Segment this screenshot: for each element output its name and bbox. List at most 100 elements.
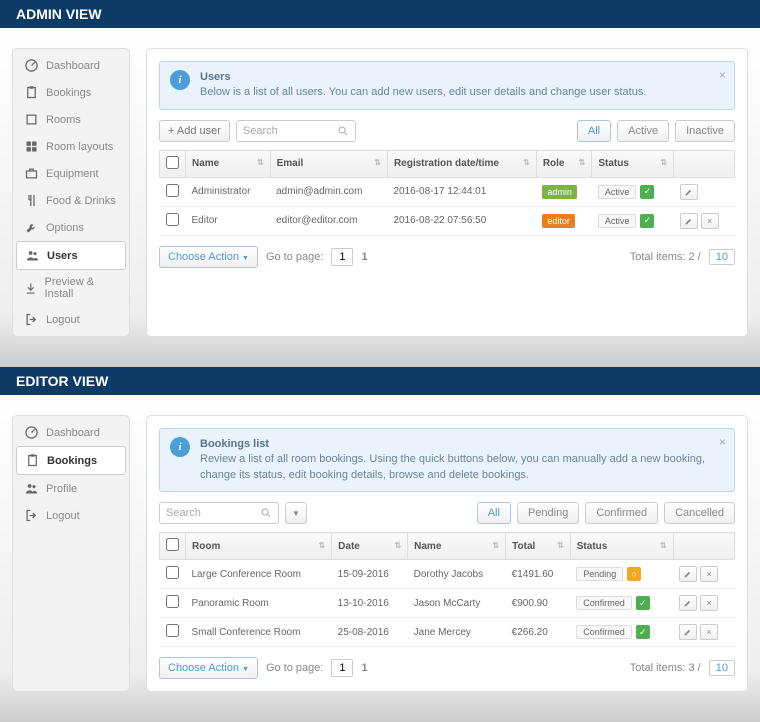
row-checkbox[interactable] [166,184,179,197]
cell-total: €900.90 [506,589,571,618]
gauge-icon [24,425,39,440]
table-row: Editoreditor@editor.com2016-08-22 07:56:… [160,206,735,235]
cell-email: admin@admin.com [270,177,387,206]
row-checkbox[interactable] [166,624,179,637]
column-header[interactable]: Room⇅ [186,533,332,560]
sidebar-item-logout[interactable]: Logout [16,502,126,529]
edit-button[interactable] [680,213,698,229]
sidebar-item-equipment[interactable]: Equipment [16,160,126,187]
column-header[interactable]: Name⇅ [408,533,506,560]
sidebar-item-rooms[interactable]: Rooms [16,106,126,133]
close-icon[interactable]: × [719,435,726,449]
page-input[interactable] [331,659,353,677]
choose-action-dropdown[interactable]: Choose Action ▼ [159,657,258,679]
page-input[interactable] [331,248,353,266]
editor-main: i Bookings listReview a list of all room… [146,415,748,692]
filter-pending[interactable]: Pending [517,502,579,524]
admin-header: ADMIN VIEW [0,0,760,28]
column-header[interactable]: Date⇅ [332,533,408,560]
edit-button[interactable] [680,184,698,200]
search-filter-dropdown[interactable]: ▼ [285,502,307,524]
sort-icon: ⇅ [660,158,667,167]
delete-button[interactable]: × [700,595,718,611]
search-icon [260,507,272,519]
select-all-checkbox[interactable] [166,538,179,551]
cell-name: Administrator [186,177,271,206]
admin-sidebar: Dashboard BookingsRoomsRoom layoutsEquipm… [12,48,130,337]
filter-confirmed[interactable]: Confirmed [585,502,658,524]
cell-date: 13-10-2016 [332,589,408,618]
filter-cancelled[interactable]: Cancelled [664,502,735,524]
table-row: Administratoradmin@admin.com2016-08-17 1… [160,177,735,206]
column-header[interactable] [674,150,735,177]
toolbar: + Add user Search All Active Inactive [159,120,735,142]
sidebar-item-dashboard[interactable]: Dashboard [16,52,126,79]
add-user-button[interactable]: + Add user [159,120,230,142]
sort-icon: ⇅ [557,541,564,550]
sort-icon: ⇅ [374,158,381,167]
sort-icon: ⇅ [257,158,264,167]
filter-all[interactable]: All [477,502,511,524]
column-header[interactable]: Total⇅ [506,533,571,560]
info-icon: i [170,70,190,90]
status-badge: Active [598,214,637,228]
filter-all[interactable]: All [577,120,611,142]
bookings-table: Room⇅Date⇅Name⇅Total⇅Status⇅ Large Confe… [159,532,735,647]
per-page-select[interactable]: 10 [709,249,735,265]
sidebar-item-preview-install[interactable]: Preview & Install [16,270,126,306]
edit-button[interactable] [679,566,697,582]
page-count: 1 [361,662,367,674]
cell-name: Editor [186,206,271,235]
sidebar-item-room-layouts[interactable]: Room layouts [16,133,126,160]
sidebar-item-label: Dashboard [46,60,100,72]
delete-button[interactable]: × [701,213,719,229]
sidebar-item-dashboard[interactable]: Dashboard [16,419,126,446]
sidebar-item-label: Dashboard [46,427,100,439]
cell-total: €266.20 [506,618,571,647]
role-badge: admin [542,185,577,199]
filter-active[interactable]: Active [617,120,669,142]
column-header[interactable] [673,533,734,560]
search-input[interactable]: Search [159,502,279,524]
sort-icon: ⇅ [492,541,499,550]
users-icon [24,481,39,496]
table-footer: Choose Action ▼ Go to page: 1 Total item… [159,657,735,679]
status-icon: ✓ [636,625,650,639]
sidebar-item-options[interactable]: Options [16,214,126,241]
edit-button[interactable] [679,624,697,640]
row-checkbox[interactable] [166,566,179,579]
delete-button[interactable]: × [700,624,718,640]
sidebar-item-bookings[interactable]: Bookings [16,79,126,106]
edit-button[interactable] [679,595,697,611]
table-row: Small Conference Room25-08-2016Jane Merc… [160,618,735,647]
sidebar-item-users[interactable]: Users [16,241,126,270]
filter-inactive[interactable]: Inactive [675,120,735,142]
per-page-select[interactable]: 10 [709,660,735,676]
select-all-checkbox[interactable] [166,156,179,169]
column-header[interactable]: Status⇅ [570,533,673,560]
column-header[interactable]: Email⇅ [270,150,387,177]
status-icon: ✓ [636,596,650,610]
sidebar-item-bookings[interactable]: Bookings [16,446,126,475]
sidebar-item-logout[interactable]: Logout [16,306,126,333]
column-header[interactable]: Name⇅ [186,150,271,177]
column-header[interactable]: Registration date/time⇅ [387,150,536,177]
column-header[interactable]: Role⇅ [536,150,592,177]
row-checkbox[interactable] [166,595,179,608]
row-checkbox[interactable] [166,213,179,226]
sort-icon: ⇅ [394,541,401,550]
goto-label: Go to page: [266,662,324,674]
cell-date: 25-08-2016 [332,618,408,647]
column-header[interactable]: Status⇅ [592,150,674,177]
search-input[interactable]: Search [236,120,356,142]
sort-icon: ⇅ [523,158,530,167]
sidebar-item-profile[interactable]: Profile [16,475,126,502]
status-badge: Pending [576,567,623,581]
delete-button[interactable]: × [700,566,718,582]
sort-icon: ⇅ [318,541,325,550]
sidebar-item-food-drinks[interactable]: Food & Drinks [16,187,126,214]
cell-registration: 2016-08-17 12:44:01 [387,177,536,206]
close-icon[interactable]: × [719,68,726,82]
choose-action-dropdown[interactable]: Choose Action ▼ [159,246,258,268]
sidebar-item-label: Logout [46,510,80,522]
